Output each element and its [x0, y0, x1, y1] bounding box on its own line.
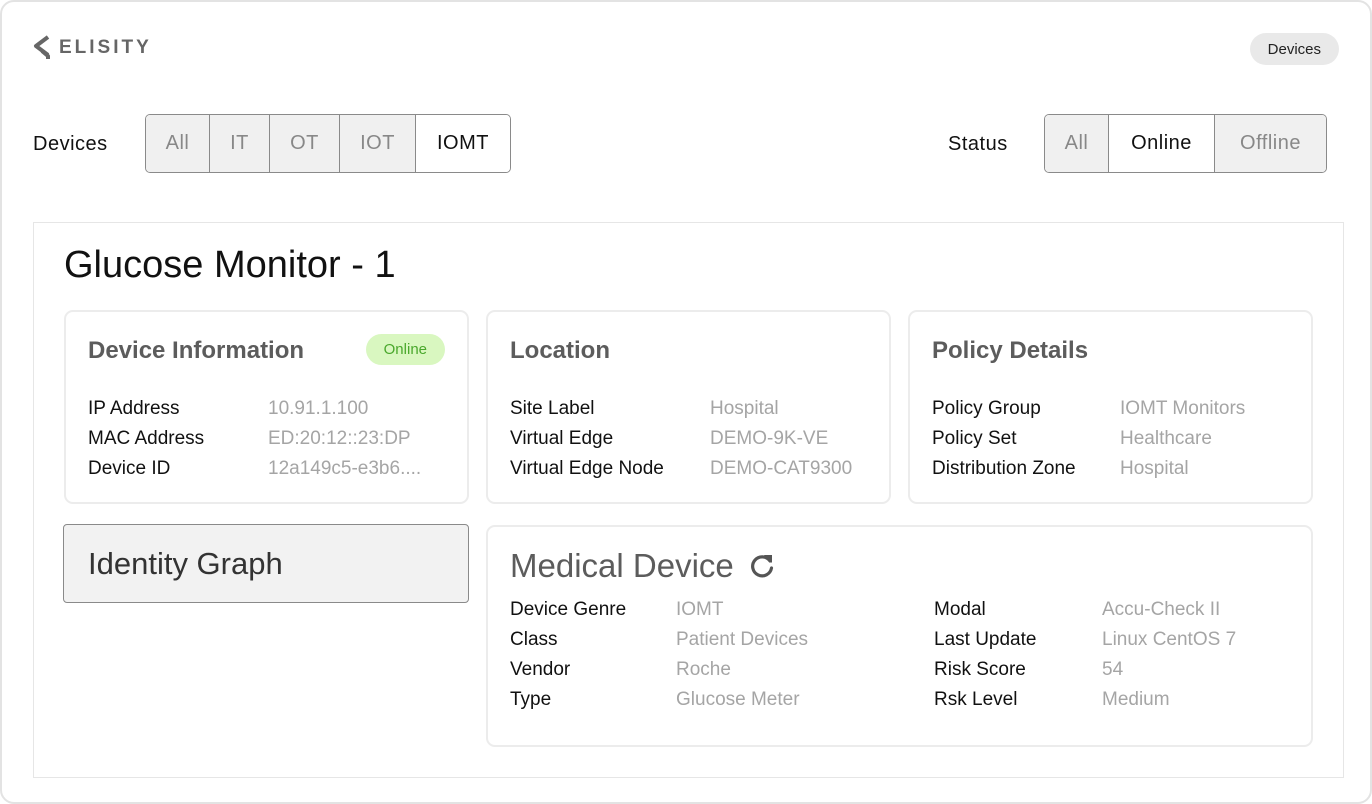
field-label: Risk Score	[934, 659, 1026, 680]
app-window: ELISITY Devices Devices All IT OT IOT IO…	[0, 0, 1372, 804]
field-value: Hospital	[710, 398, 779, 419]
field-value: Healthcare	[1120, 428, 1212, 449]
field-value: Glucose Meter	[676, 689, 800, 710]
devices-nav-button[interactable]: Devices	[1249, 33, 1339, 65]
elisity-logo-icon	[34, 35, 50, 59]
location-list: Site Label Hospital Virtual Edge DEMO-9K…	[510, 394, 852, 484]
field-label: Modal	[934, 599, 986, 620]
device-type-iomt[interactable]: IOMT	[416, 115, 510, 172]
field-value: DEMO-CAT9300	[710, 458, 853, 479]
field-label: Virtual Edge	[510, 428, 614, 449]
list-item: Virtual Edge Node DEMO-CAT9300	[510, 454, 852, 484]
field-label: Rsk Level	[934, 689, 1018, 710]
policy-details-card: Policy Details Policy Group IOMT Monitor…	[908, 310, 1313, 504]
medical-device-list-right: Modal Accu-Check II Last Update Linux Ce…	[934, 595, 1236, 715]
refresh-icon[interactable]	[748, 552, 776, 580]
list-item: Class Patient Devices	[510, 625, 808, 655]
field-value: IOMT	[676, 599, 724, 620]
list-item: Device ID 12a149c5-e3b6....	[88, 454, 421, 484]
elisity-logo: ELISITY	[33, 35, 152, 61]
list-item: Rsk Level Medium	[934, 685, 1236, 715]
field-value: Roche	[676, 659, 731, 680]
medical-device-header: Medical Device	[510, 547, 776, 585]
field-value: 54	[1102, 659, 1124, 680]
field-value: IOMT Monitors	[1120, 398, 1246, 419]
status-online[interactable]: Online	[1109, 115, 1215, 172]
field-label: Policy Group	[932, 398, 1041, 419]
list-item: Type Glucose Meter	[510, 685, 808, 715]
field-label: Type	[510, 689, 552, 710]
logo-text: ELISITY	[59, 37, 152, 58]
list-item: Vendor Roche	[510, 655, 808, 685]
list-item: Modal Accu-Check II	[934, 595, 1236, 625]
device-information-card: Device Information Online IP Address 10.…	[64, 310, 469, 504]
field-value: Accu-Check II	[1102, 599, 1221, 620]
list-item: Distribution Zone Hospital	[932, 454, 1245, 484]
location-title: Location	[510, 337, 610, 364]
devices-filter-label: Devices	[33, 133, 108, 155]
list-item: Device Genre IOMT	[510, 595, 808, 625]
identity-graph-button[interactable]: Identity Graph	[63, 524, 469, 603]
list-item: Policy Group IOMT Monitors	[932, 394, 1245, 424]
medical-device-list-left: Device Genre IOMT Class Patient Devices …	[510, 595, 808, 715]
field-value: ED:20:12::23:DP	[268, 428, 411, 449]
policy-details-title: Policy Details	[932, 337, 1089, 364]
medical-device-title: Medical Device	[510, 547, 734, 584]
field-label: Vendor	[510, 659, 571, 680]
device-type-iot[interactable]: IOT	[340, 115, 416, 172]
device-type-filter: All IT OT IOT IOMT	[145, 114, 511, 173]
list-item: Risk Score 54	[934, 655, 1236, 685]
field-value: Hospital	[1120, 458, 1189, 479]
list-item: Last Update Linux CentOS 7	[934, 625, 1236, 655]
field-label: MAC Address	[88, 428, 205, 449]
status-badge: Online	[365, 334, 445, 365]
device-information-title: Device Information	[88, 337, 305, 364]
device-title: Glucose Monitor - 1	[64, 244, 396, 286]
field-value: DEMO-9K-VE	[710, 428, 829, 449]
field-label: Site Label	[510, 398, 595, 419]
field-value: 10.91.1.100	[268, 398, 369, 419]
location-card: Location Site Label Hospital Virtual Edg…	[486, 310, 891, 504]
status-all[interactable]: All	[1045, 115, 1109, 172]
field-label: Last Update	[934, 629, 1037, 650]
medical-device-card: Medical Device Device Genre IOMT Class P…	[486, 525, 1313, 747]
field-value: Patient Devices	[676, 629, 809, 650]
device-type-it[interactable]: IT	[210, 115, 270, 172]
list-item: Policy Set Healthcare	[932, 424, 1245, 454]
device-information-list: IP Address 10.91.1.100 MAC Address ED:20…	[88, 394, 421, 484]
policy-details-list: Policy Group IOMT Monitors Policy Set He…	[932, 394, 1245, 484]
field-label: Distribution Zone	[932, 458, 1076, 479]
list-item: Site Label Hospital	[510, 394, 852, 424]
status-filter-label: Status	[948, 133, 1008, 155]
field-label: Class	[510, 629, 558, 650]
field-value: Linux CentOS 7	[1102, 629, 1237, 650]
status-offline[interactable]: Offline	[1215, 115, 1326, 172]
field-label: Virtual Edge Node	[510, 458, 664, 479]
list-item: Virtual Edge DEMO-9K-VE	[510, 424, 852, 454]
field-label: Device ID	[88, 458, 171, 479]
device-type-ot[interactable]: OT	[270, 115, 340, 172]
field-value: 12a149c5-e3b6....	[268, 458, 422, 479]
list-item: MAC Address ED:20:12::23:DP	[88, 424, 421, 454]
device-type-all[interactable]: All	[146, 115, 210, 172]
field-label: IP Address	[88, 398, 180, 419]
status-filter: All Online Offline	[1044, 114, 1327, 173]
field-label: Device Genre	[510, 599, 627, 620]
list-item: IP Address 10.91.1.100	[88, 394, 421, 424]
field-value: Medium	[1102, 689, 1170, 710]
field-label: Policy Set	[932, 428, 1017, 449]
